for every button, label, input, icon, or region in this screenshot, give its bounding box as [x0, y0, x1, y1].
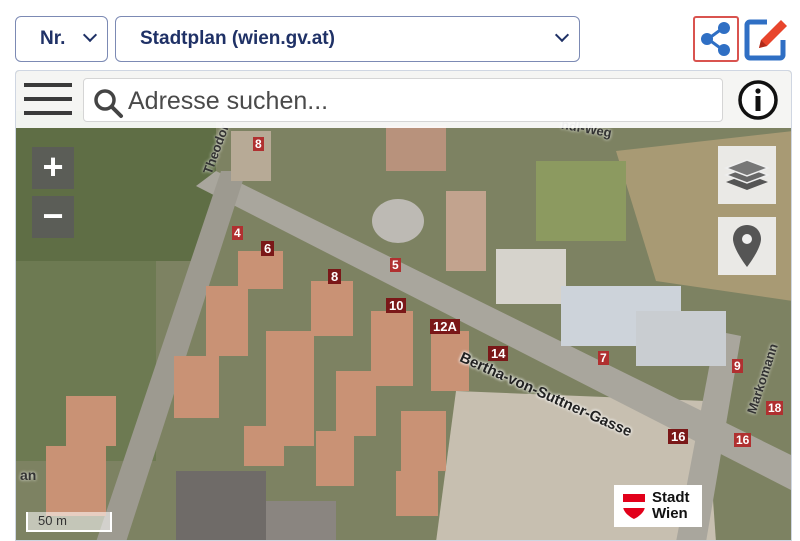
house-number-label: 8 [253, 137, 264, 151]
vienna-shield-icon [623, 494, 645, 519]
house-number-label: 5 [390, 258, 401, 272]
map-view[interactable]: Bertha-von-Suttner-Gasse Theodor ndl-Weg… [15, 70, 792, 541]
logo-line-2: Wien [652, 505, 688, 522]
street-label-an: an [20, 467, 37, 483]
house-number-label: 12A [430, 319, 460, 334]
layers-button[interactable] [718, 146, 776, 204]
house-number-label: 4 [232, 226, 243, 240]
menu-button[interactable] [24, 81, 74, 119]
number-select-value: Nr. [40, 28, 66, 49]
search-box [83, 78, 723, 122]
map-source-select[interactable]: Stadtplan (wien.gv.at) [115, 16, 580, 62]
stadt-wien-logo[interactable]: Stadt Wien [614, 485, 702, 527]
open-external-button[interactable] [743, 16, 791, 62]
map-source-value: Stadtplan (wien.gv.at) [140, 28, 335, 49]
layers-icon [723, 159, 771, 190]
address-search-input[interactable] [128, 85, 708, 117]
external-edit-icon [744, 18, 789, 61]
house-number-label: 7 [598, 351, 609, 365]
house-number-label: 14 [488, 346, 509, 361]
house-number-label: 18 [766, 401, 784, 415]
house-number-label: 16 [734, 433, 752, 447]
locate-button[interactable] [718, 217, 776, 275]
search-icon [94, 89, 123, 118]
logo-line-1: Stadt [652, 489, 690, 506]
share-button[interactable] [693, 16, 739, 62]
location-pin-icon [733, 225, 761, 267]
menu-line [24, 111, 72, 115]
house-number-label: 16 [668, 429, 689, 444]
map-search-bar [16, 71, 791, 128]
hamburger-menu-icon [24, 83, 72, 87]
logo-text: Stadt Wien [652, 490, 690, 522]
top-bar: Nr. Stadtplan (wien.gv.at) [0, 0, 800, 70]
house-number-label: 6 [261, 241, 275, 256]
house-number-label: 9 [732, 359, 743, 373]
zoom-out-button[interactable]: − [32, 196, 74, 238]
chevron-down-icon [82, 27, 98, 43]
scale-bar: 50 m [26, 512, 112, 532]
chevron-down-icon [554, 27, 570, 43]
number-select[interactable]: Nr. [15, 16, 108, 62]
zoom-in-button[interactable]: + [32, 147, 74, 189]
share-icon [701, 22, 730, 56]
info-icon[interactable] [737, 79, 779, 121]
house-number-label: 10 [386, 298, 407, 313]
house-number-label: 8 [328, 269, 342, 284]
menu-line [24, 97, 72, 101]
